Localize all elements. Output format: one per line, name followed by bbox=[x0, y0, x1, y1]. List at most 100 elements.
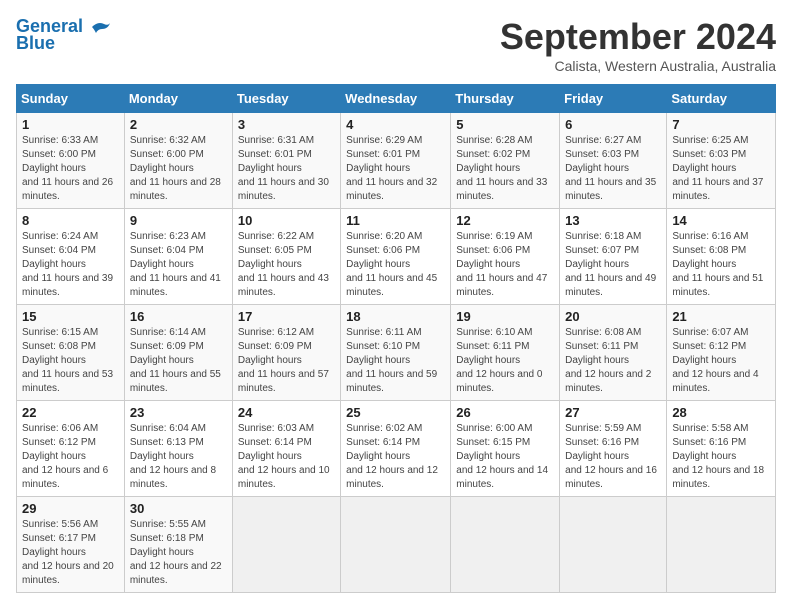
day-number: 27 bbox=[565, 405, 661, 420]
table-cell: 23 Sunrise: 6:04 AM Sunset: 6:13 PM Dayl… bbox=[124, 401, 232, 497]
day-number: 20 bbox=[565, 309, 661, 324]
day-number: 23 bbox=[130, 405, 227, 420]
bird-icon bbox=[90, 19, 112, 35]
day-number: 15 bbox=[22, 309, 119, 324]
table-cell: 8 Sunrise: 6:24 AM Sunset: 6:04 PM Dayli… bbox=[17, 209, 125, 305]
table-cell: 14 Sunrise: 6:16 AM Sunset: 6:08 PM Dayl… bbox=[667, 209, 776, 305]
day-info: Sunrise: 6:07 AM Sunset: 6:12 PM Dayligh… bbox=[672, 326, 770, 396]
day-info: Sunrise: 6:08 AM Sunset: 6:11 PM Dayligh… bbox=[565, 326, 661, 396]
day-number: 16 bbox=[130, 309, 227, 324]
day-number: 3 bbox=[238, 117, 335, 132]
day-number: 8 bbox=[22, 213, 119, 228]
day-number: 9 bbox=[130, 213, 227, 228]
table-cell: 19 Sunrise: 6:10 AM Sunset: 6:11 PM Dayl… bbox=[451, 305, 560, 401]
day-info: Sunrise: 6:25 AM Sunset: 6:03 PM Dayligh… bbox=[672, 134, 770, 204]
day-number: 19 bbox=[456, 309, 554, 324]
table-cell: 3 Sunrise: 6:31 AM Sunset: 6:01 PM Dayli… bbox=[232, 113, 340, 209]
empty-cell bbox=[232, 497, 340, 593]
month-title: September 2024 bbox=[500, 16, 776, 58]
day-number: 29 bbox=[22, 501, 119, 516]
location-subtitle: Calista, Western Australia, Australia bbox=[500, 58, 776, 74]
day-number: 30 bbox=[130, 501, 227, 516]
empty-cell bbox=[560, 497, 667, 593]
day-info: Sunrise: 6:23 AM Sunset: 6:04 PM Dayligh… bbox=[130, 230, 227, 300]
table-cell: 16 Sunrise: 6:14 AM Sunset: 6:09 PM Dayl… bbox=[124, 305, 232, 401]
day-info: Sunrise: 6:11 AM Sunset: 6:10 PM Dayligh… bbox=[346, 326, 445, 396]
day-info: Sunrise: 6:28 AM Sunset: 6:02 PM Dayligh… bbox=[456, 134, 554, 204]
day-info: Sunrise: 6:31 AM Sunset: 6:01 PM Dayligh… bbox=[238, 134, 335, 204]
day-number: 22 bbox=[22, 405, 119, 420]
day-info: Sunrise: 6:32 AM Sunset: 6:00 PM Dayligh… bbox=[130, 134, 227, 204]
day-info: Sunrise: 5:58 AM Sunset: 6:16 PM Dayligh… bbox=[672, 422, 770, 492]
day-number: 17 bbox=[238, 309, 335, 324]
day-info: Sunrise: 6:12 AM Sunset: 6:09 PM Dayligh… bbox=[238, 326, 335, 396]
day-info: Sunrise: 6:29 AM Sunset: 6:01 PM Dayligh… bbox=[346, 134, 445, 204]
day-info: Sunrise: 6:33 AM Sunset: 6:00 PM Dayligh… bbox=[22, 134, 119, 204]
col-wednesday: Wednesday bbox=[341, 85, 451, 113]
calendar-row: 29 Sunrise: 5:56 AM Sunset: 6:17 PM Dayl… bbox=[17, 497, 776, 593]
table-cell: 10 Sunrise: 6:22 AM Sunset: 6:05 PM Dayl… bbox=[232, 209, 340, 305]
table-cell: 20 Sunrise: 6:08 AM Sunset: 6:11 PM Dayl… bbox=[560, 305, 667, 401]
table-cell: 18 Sunrise: 6:11 AM Sunset: 6:10 PM Dayl… bbox=[341, 305, 451, 401]
table-cell: 22 Sunrise: 6:06 AM Sunset: 6:12 PM Dayl… bbox=[17, 401, 125, 497]
empty-cell bbox=[341, 497, 451, 593]
title-area: September 2024 Calista, Western Australi… bbox=[500, 16, 776, 74]
table-cell: 6 Sunrise: 6:27 AM Sunset: 6:03 PM Dayli… bbox=[560, 113, 667, 209]
empty-cell bbox=[667, 497, 776, 593]
day-number: 6 bbox=[565, 117, 661, 132]
empty-cell bbox=[451, 497, 560, 593]
day-info: Sunrise: 6:18 AM Sunset: 6:07 PM Dayligh… bbox=[565, 230, 661, 300]
day-info: Sunrise: 6:03 AM Sunset: 6:14 PM Dayligh… bbox=[238, 422, 335, 492]
day-number: 1 bbox=[22, 117, 119, 132]
day-info: Sunrise: 6:06 AM Sunset: 6:12 PM Dayligh… bbox=[22, 422, 119, 492]
day-info: Sunrise: 5:59 AM Sunset: 6:16 PM Dayligh… bbox=[565, 422, 661, 492]
day-number: 25 bbox=[346, 405, 445, 420]
day-number: 13 bbox=[565, 213, 661, 228]
table-cell: 29 Sunrise: 5:56 AM Sunset: 6:17 PM Dayl… bbox=[17, 497, 125, 593]
day-info: Sunrise: 6:14 AM Sunset: 6:09 PM Dayligh… bbox=[130, 326, 227, 396]
calendar-row: 22 Sunrise: 6:06 AM Sunset: 6:12 PM Dayl… bbox=[17, 401, 776, 497]
day-info: Sunrise: 6:02 AM Sunset: 6:14 PM Dayligh… bbox=[346, 422, 445, 492]
col-saturday: Saturday bbox=[667, 85, 776, 113]
header-row: Sunday Monday Tuesday Wednesday Thursday… bbox=[17, 85, 776, 113]
table-cell: 13 Sunrise: 6:18 AM Sunset: 6:07 PM Dayl… bbox=[560, 209, 667, 305]
header: General Blue September 2024 Calista, Wes… bbox=[16, 16, 776, 74]
day-number: 11 bbox=[346, 213, 445, 228]
logo: General Blue bbox=[16, 16, 112, 54]
day-info: Sunrise: 6:27 AM Sunset: 6:03 PM Dayligh… bbox=[565, 134, 661, 204]
calendar-table: Sunday Monday Tuesday Wednesday Thursday… bbox=[16, 84, 776, 593]
day-info: Sunrise: 6:22 AM Sunset: 6:05 PM Dayligh… bbox=[238, 230, 335, 300]
day-number: 7 bbox=[672, 117, 770, 132]
day-info: Sunrise: 5:56 AM Sunset: 6:17 PM Dayligh… bbox=[22, 518, 119, 588]
table-cell: 24 Sunrise: 6:03 AM Sunset: 6:14 PM Dayl… bbox=[232, 401, 340, 497]
table-cell: 12 Sunrise: 6:19 AM Sunset: 6:06 PM Dayl… bbox=[451, 209, 560, 305]
col-monday: Monday bbox=[124, 85, 232, 113]
table-cell: 9 Sunrise: 6:23 AM Sunset: 6:04 PM Dayli… bbox=[124, 209, 232, 305]
day-info: Sunrise: 6:19 AM Sunset: 6:06 PM Dayligh… bbox=[456, 230, 554, 300]
table-cell: 4 Sunrise: 6:29 AM Sunset: 6:01 PM Dayli… bbox=[341, 113, 451, 209]
day-number: 12 bbox=[456, 213, 554, 228]
day-number: 2 bbox=[130, 117, 227, 132]
day-info: Sunrise: 6:20 AM Sunset: 6:06 PM Dayligh… bbox=[346, 230, 445, 300]
day-number: 24 bbox=[238, 405, 335, 420]
day-info: Sunrise: 6:00 AM Sunset: 6:15 PM Dayligh… bbox=[456, 422, 554, 492]
day-info: Sunrise: 6:15 AM Sunset: 6:08 PM Dayligh… bbox=[22, 326, 119, 396]
table-cell: 2 Sunrise: 6:32 AM Sunset: 6:00 PM Dayli… bbox=[124, 113, 232, 209]
day-info: Sunrise: 6:24 AM Sunset: 6:04 PM Dayligh… bbox=[22, 230, 119, 300]
table-cell: 17 Sunrise: 6:12 AM Sunset: 6:09 PM Dayl… bbox=[232, 305, 340, 401]
col-sunday: Sunday bbox=[17, 85, 125, 113]
col-friday: Friday bbox=[560, 85, 667, 113]
day-info: Sunrise: 6:16 AM Sunset: 6:08 PM Dayligh… bbox=[672, 230, 770, 300]
day-number: 21 bbox=[672, 309, 770, 324]
day-number: 26 bbox=[456, 405, 554, 420]
table-cell: 15 Sunrise: 6:15 AM Sunset: 6:08 PM Dayl… bbox=[17, 305, 125, 401]
day-number: 28 bbox=[672, 405, 770, 420]
table-cell: 30 Sunrise: 5:55 AM Sunset: 6:18 PM Dayl… bbox=[124, 497, 232, 593]
table-cell: 11 Sunrise: 6:20 AM Sunset: 6:06 PM Dayl… bbox=[341, 209, 451, 305]
table-cell: 7 Sunrise: 6:25 AM Sunset: 6:03 PM Dayli… bbox=[667, 113, 776, 209]
table-cell: 5 Sunrise: 6:28 AM Sunset: 6:02 PM Dayli… bbox=[451, 113, 560, 209]
day-info: Sunrise: 6:04 AM Sunset: 6:13 PM Dayligh… bbox=[130, 422, 227, 492]
table-cell: 1 Sunrise: 6:33 AM Sunset: 6:00 PM Dayli… bbox=[17, 113, 125, 209]
calendar-row: 8 Sunrise: 6:24 AM Sunset: 6:04 PM Dayli… bbox=[17, 209, 776, 305]
calendar-row: 15 Sunrise: 6:15 AM Sunset: 6:08 PM Dayl… bbox=[17, 305, 776, 401]
